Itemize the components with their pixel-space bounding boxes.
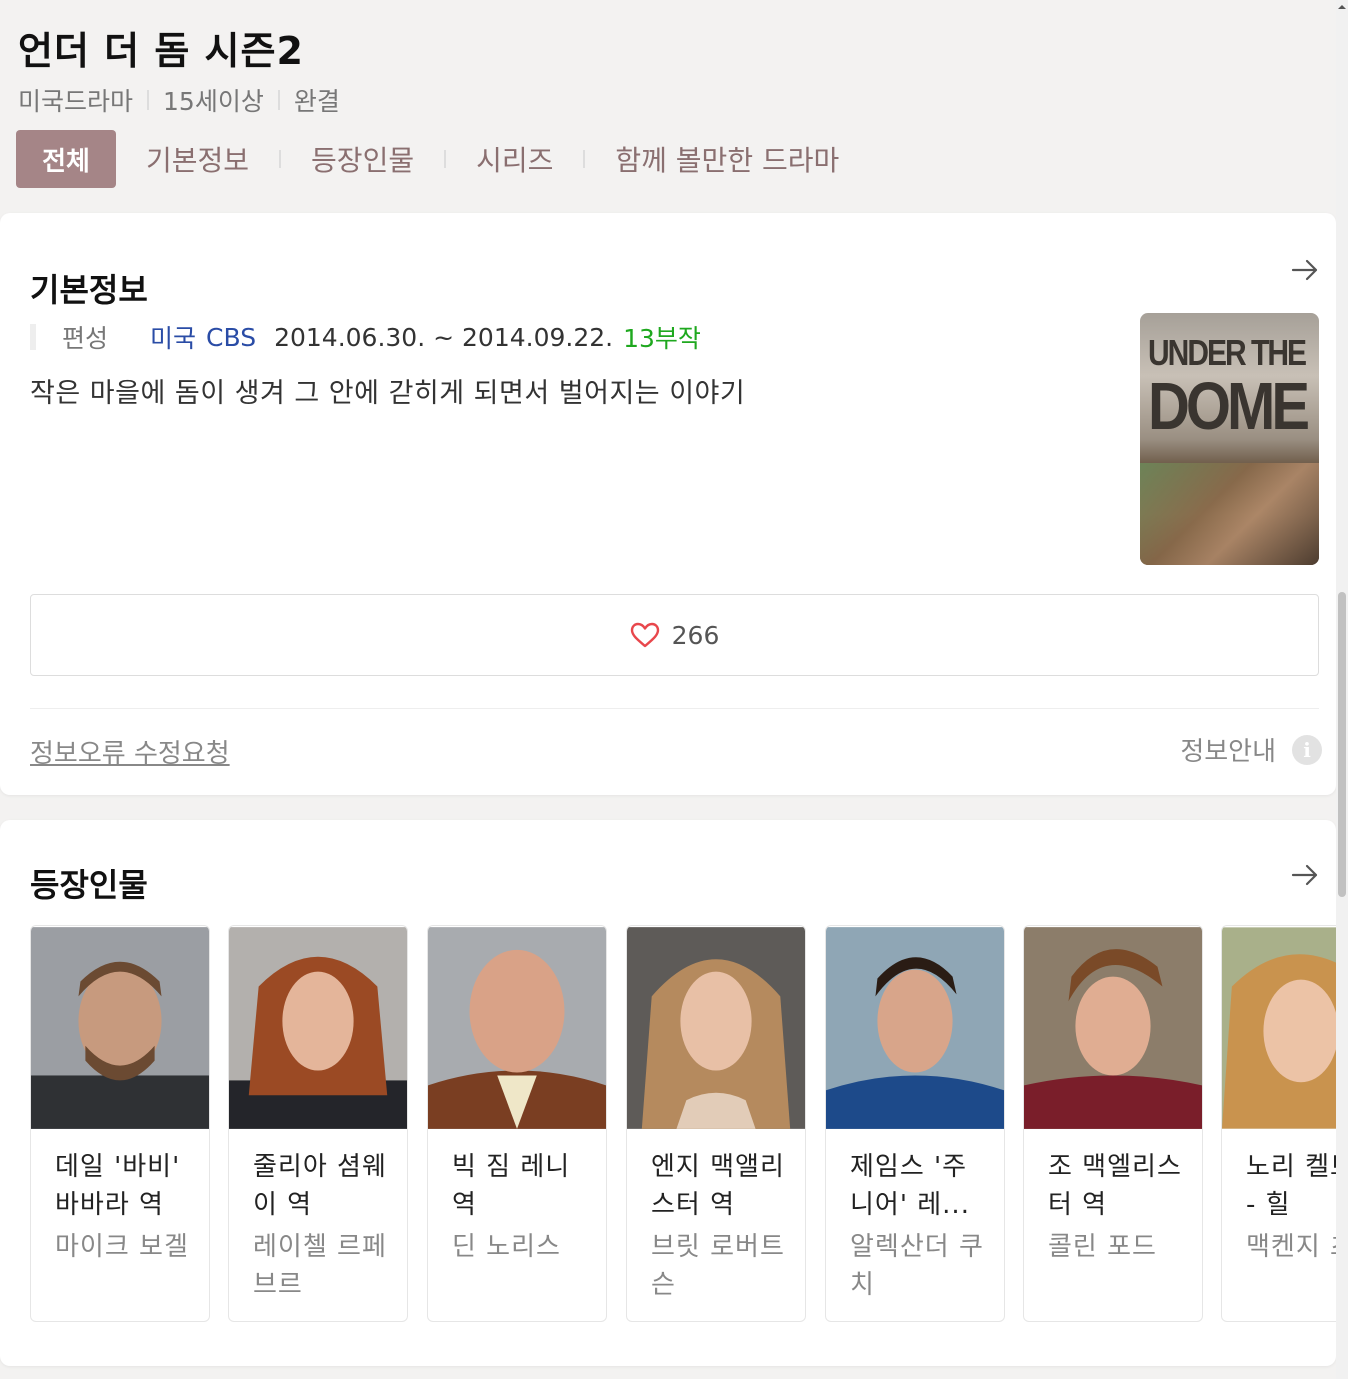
scrollbar-thumb[interactable] (1338, 592, 1346, 897)
basic-info-card: 기본정보 편성 미국 CBS 2014.06.30. ~ 2014.09.22.… (0, 213, 1336, 795)
info-guide-label: 정보안내 (1180, 737, 1276, 767)
actor-name: 알렉산더 쿠치 (850, 1232, 984, 1300)
actor-photo (1222, 927, 1336, 1129)
channel-link[interactable]: CBS (206, 323, 256, 352)
actor-name: 마이크 보겔 (55, 1232, 189, 1262)
actor-name: 맥켄지 츠 (1246, 1232, 1336, 1262)
actor-photo (31, 927, 209, 1129)
tab-divider (583, 150, 586, 168)
air-dates: 2014.06.30. ~ 2014.09.22. (274, 322, 614, 352)
cast-item[interactable]: 엔지 맥앨리스터 역 브릿 로버트슨 (626, 925, 806, 1322)
meta-genre: 미국드라마 (18, 87, 134, 116)
scrollbar[interactable] (1336, 0, 1348, 1379)
divider (30, 708, 1319, 709)
heart-icon (630, 622, 659, 648)
arrow-right-icon[interactable] (1290, 860, 1320, 890)
cast-item[interactable]: 제임스 '주니어' 레... 알렉산더 쿠치 (825, 925, 1005, 1322)
role-name: 줄리아 셤웨이 역 (253, 1152, 387, 1220)
meta-divider (277, 90, 280, 110)
info-guide-button[interactable]: 정보안내 i (1180, 731, 1322, 768)
tab-related[interactable]: 함께 볼만한 드라마 (615, 139, 839, 179)
cast-item[interactable]: 노리 켈트 - 힐 맥켄지 츠 (1221, 925, 1336, 1322)
country-link[interactable]: 미국 (150, 319, 196, 355)
meta-status: 완결 (293, 87, 340, 116)
like-count: 266 (671, 620, 720, 650)
section-title: 등장인물 (30, 866, 148, 904)
role-name: 엔지 맥앨리스터 역 (651, 1152, 785, 1220)
actor-name: 브릿 로버트슨 (651, 1232, 785, 1300)
actor-photo (826, 927, 1004, 1129)
broadcast-info: 편성 미국 CBS 2014.06.30. ~ 2014.09.22. 13부작 (30, 319, 701, 355)
tab-divider (279, 150, 282, 168)
synopsis: 작은 마을에 돔이 생겨 그 안에 갇히게 되면서 벌어지는 이야기 (30, 378, 746, 409)
tab-divider (444, 150, 447, 168)
actor-name: 딘 노리스 (452, 1232, 561, 1262)
info-bullet (30, 324, 36, 350)
tab-basic-info[interactable]: 기본정보 (146, 139, 249, 179)
like-button[interactable]: 266 (30, 594, 1319, 676)
tab-series[interactable]: 시리즈 (476, 139, 553, 179)
section-title: 기본정보 (30, 271, 148, 309)
poster-scene (1140, 463, 1319, 565)
tab-all[interactable]: 전체 (16, 130, 116, 188)
meta-rating: 15세이상 (163, 87, 264, 116)
tab-bar: 전체 기본정보 등장인물 시리즈 함께 볼만한 드라마 (16, 130, 839, 188)
cast-item[interactable]: 빅 짐 레니 역 딘 노리스 (427, 925, 607, 1322)
page-title: 언더 더 돔 시즌2 (18, 29, 304, 73)
role-name: 노리 켈트 - 힐 (1246, 1152, 1336, 1220)
role-name: 조 맥엘리스터 역 (1048, 1152, 1182, 1220)
tab-cast[interactable]: 등장인물 (311, 139, 414, 179)
cast-card-section: 등장인물 데일 '바비' 바바라 역 마이크 보겔 줄리아 셤웨이 역 레이첼 … (0, 820, 1336, 1366)
episode-count: 13부작 (623, 324, 701, 353)
actor-photo (1024, 927, 1202, 1129)
actor-name: 콜린 포드 (1048, 1232, 1157, 1262)
actor-name: 레이첼 르페브르 (253, 1232, 387, 1300)
actor-photo (627, 927, 805, 1129)
info-label: 편성 (62, 324, 109, 353)
actor-photo (428, 927, 606, 1129)
drama-meta: 미국드라마 15세이상 완결 (18, 82, 340, 118)
cast-list: 데일 '바비' 바바라 역 마이크 보겔 줄리아 셤웨이 역 레이첼 르페브르 … (30, 925, 1336, 1325)
role-name: 제임스 '주니어' 레... (850, 1152, 970, 1220)
scroll-up-icon[interactable] (1337, 2, 1347, 12)
poster-image[interactable]: UNDER THE DOME (1140, 313, 1319, 565)
info-icon: i (1292, 734, 1322, 765)
actor-photo (229, 927, 407, 1129)
cast-item[interactable]: 줄리아 셤웨이 역 레이첼 르페브르 (228, 925, 408, 1322)
meta-divider (147, 90, 150, 110)
poster-title-line2: DOME (1148, 369, 1310, 444)
cast-item[interactable]: 조 맥엘리스터 역 콜린 포드 (1023, 925, 1203, 1322)
role-name: 데일 '바비' 바바라 역 (55, 1152, 181, 1220)
drama-header: 언더 더 돔 시즌2 미국드라마 15세이상 완결 전체 기본정보 등장인물 시… (0, 0, 1336, 205)
cast-item[interactable]: 데일 '바비' 바바라 역 마이크 보겔 (30, 925, 210, 1322)
report-error-link[interactable]: 정보오류 수정요청 (30, 733, 230, 770)
arrow-right-icon[interactable] (1290, 255, 1320, 285)
role-name: 빅 짐 레니 역 (452, 1152, 571, 1220)
